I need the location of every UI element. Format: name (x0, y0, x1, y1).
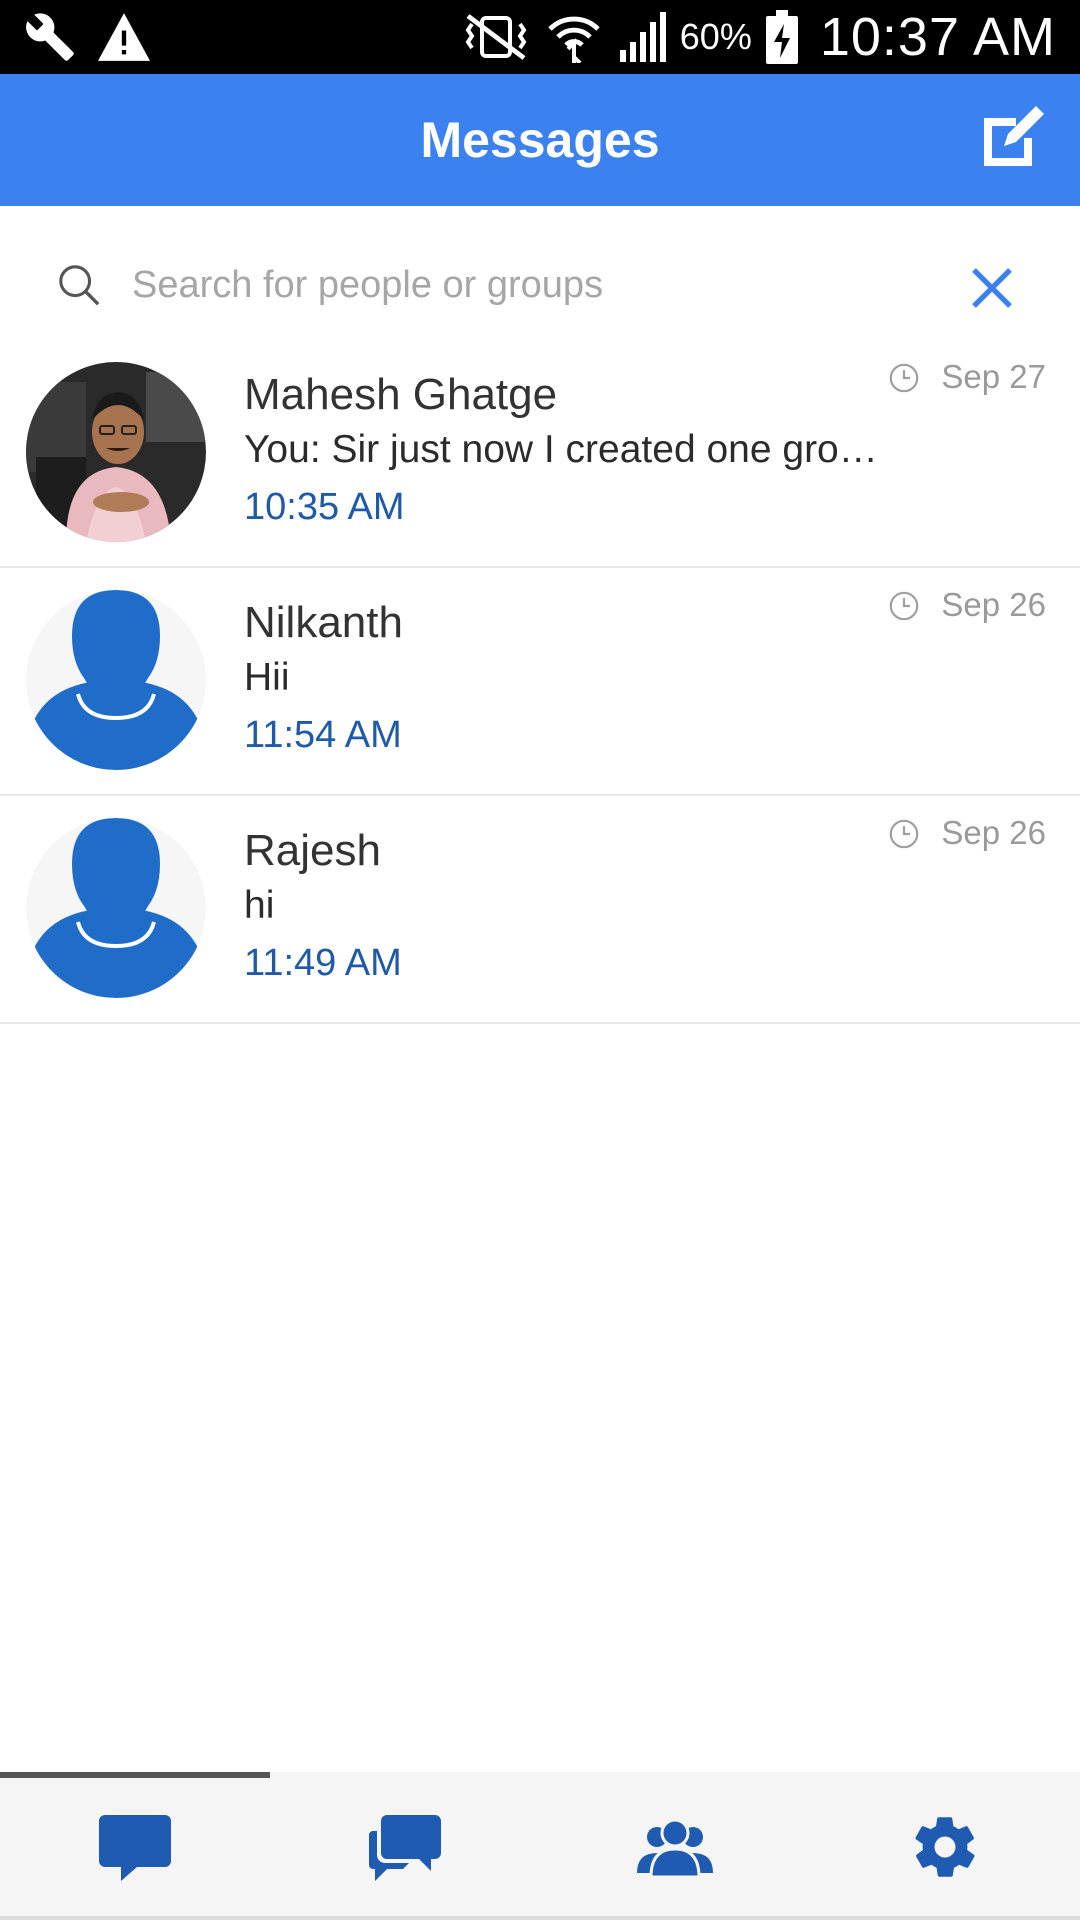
status-time: 10:37 AM (819, 7, 1056, 67)
conversation-row[interactable]: Rajesh hi 11:49 AM Sep 26 (0, 796, 1080, 1024)
clock-icon (888, 818, 920, 855)
avatar (26, 818, 206, 998)
status-right-icons: 60% 10:37 AM (460, 6, 1056, 68)
bottom-nav (0, 1772, 1080, 1920)
message-time: 10:35 AM (244, 486, 405, 528)
compose-icon (984, 106, 1044, 166)
contact-name: Nilkanth (244, 598, 403, 647)
message-date: Sep 26 (941, 586, 1046, 623)
settings-icon (915, 1817, 975, 1877)
contact-name: Rajesh (244, 826, 381, 875)
conversation-list: Mahesh Ghatge You: Sir just now I create… (0, 340, 1080, 1024)
group-chat-icon (369, 1815, 441, 1881)
avatar (26, 362, 206, 542)
message-date: Sep 27 (941, 358, 1046, 395)
contacts-icon (637, 1818, 713, 1877)
avatar (26, 590, 206, 770)
search-bar (0, 240, 1080, 330)
wrench-icon (24, 11, 76, 63)
wifi-icon (546, 11, 602, 63)
compose-button[interactable] (974, 100, 1050, 176)
tab-group-chats[interactable] (270, 1778, 540, 1916)
message-time: 11:54 AM (244, 714, 402, 756)
clock-icon (888, 590, 920, 627)
tab-chats[interactable] (0, 1778, 270, 1916)
page-title: Messages (420, 112, 660, 168)
chat-icon (99, 1815, 171, 1881)
last-message: hi (244, 884, 275, 927)
tab-contacts[interactable] (540, 1778, 810, 1916)
messages-screen: 60% 10:37 AM Messages Search for people … (0, 0, 1080, 1920)
conversation-row[interactable]: Nilkanth Hii 11:54 AM Sep 26 (0, 568, 1080, 796)
tab-settings[interactable] (810, 1778, 1080, 1916)
battery-charging-icon (765, 10, 798, 64)
clock-icon (888, 362, 920, 399)
search-icon (56, 262, 102, 313)
search-input[interactable] (132, 250, 932, 320)
avatar-photo (26, 362, 206, 542)
last-message: Hii (244, 656, 290, 699)
status-bar: 60% 10:37 AM (0, 0, 1080, 74)
message-time: 11:49 AM (244, 942, 402, 984)
warning-icon (98, 13, 150, 61)
app-bar: Messages (0, 74, 1080, 206)
last-message: You: Sir just now I created one gro… (244, 428, 878, 471)
conversation-row[interactable]: Mahesh Ghatge You: Sir just now I create… (0, 340, 1080, 568)
clear-search-icon[interactable] (970, 266, 1014, 315)
status-left-icons (24, 11, 150, 63)
signal-icon (616, 12, 666, 62)
vibrate-off-icon (460, 12, 532, 62)
battery-percent: 60% (679, 16, 752, 57)
contact-name: Mahesh Ghatge (244, 370, 558, 419)
default-person-icon (26, 590, 206, 770)
default-person-icon (26, 818, 206, 998)
message-date: Sep 26 (941, 814, 1046, 851)
